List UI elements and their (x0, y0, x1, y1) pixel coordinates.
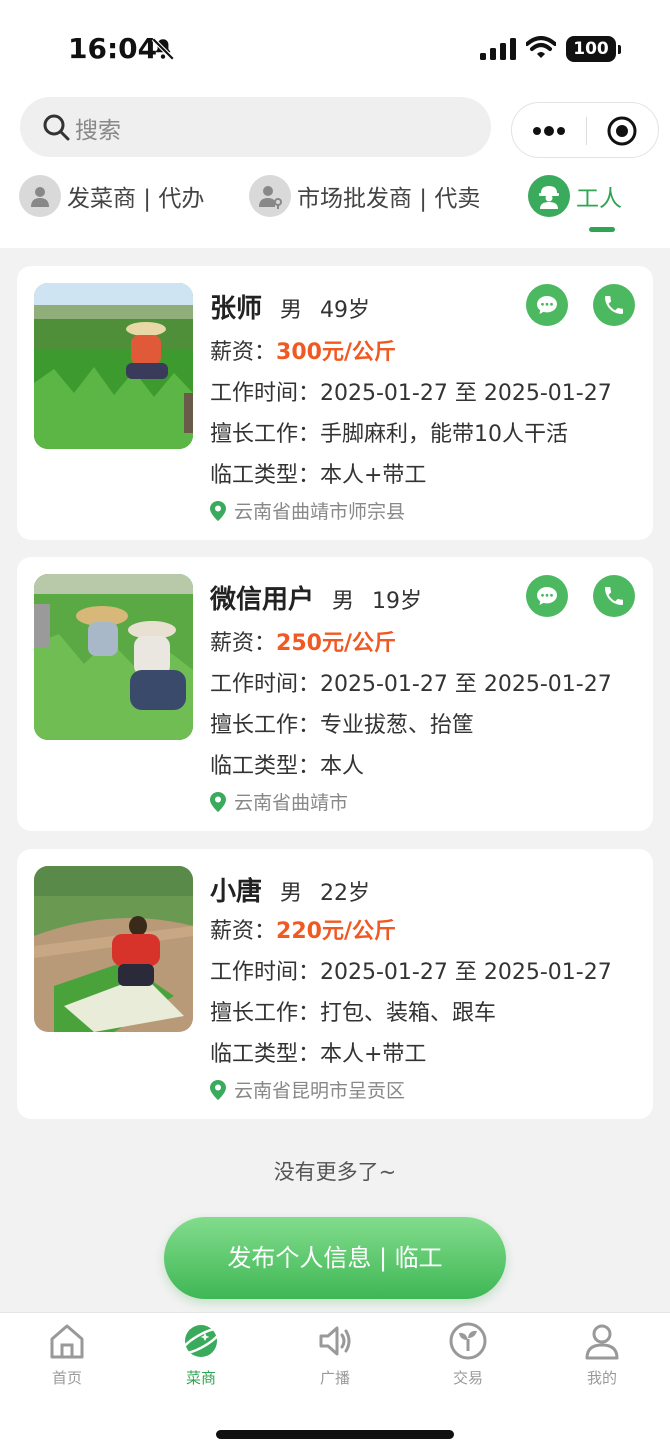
chat-bubble-icon (537, 296, 557, 314)
battery-indicator: 100 (566, 36, 621, 62)
home-icon (50, 1324, 84, 1359)
wage-line: 薪资：300元/公斤 (210, 334, 396, 366)
worker-gender: 男 (280, 881, 303, 906)
phone-icon (605, 296, 623, 314)
worker-name-row: 小唐 男 22岁 (210, 871, 370, 908)
worker-card[interactable]: 微信用户 男 19岁 薪资：250元/公斤 工作时间：2025-01-27 至 … (17, 557, 653, 831)
tab-label: 交易 (452, 1369, 483, 1387)
signal-icon (480, 38, 516, 60)
phone-icon (605, 587, 623, 605)
tab-trade[interactable]: 交易 (423, 1321, 513, 1391)
skill: 擅长工作：手脚麻利，能带10人干活 (210, 422, 568, 447)
planet-icon (181, 1325, 221, 1357)
sprout-icon (449, 1322, 487, 1360)
worker-name: 小唐 (210, 877, 263, 907)
speaker-icon (319, 1326, 351, 1356)
worker-name: 张师 (210, 294, 263, 324)
tab-worker[interactable]: 工人 (528, 174, 622, 218)
tab-vegetable[interactable]: 菜商 (156, 1321, 246, 1391)
skill: 擅长工作：专业拔葱、抬筐 (210, 713, 475, 738)
tab-label: 市场批发商 | 代卖 (297, 186, 481, 212)
location-text: 云南省曲靖市师宗县 (234, 501, 406, 523)
worker-type: 临工类型：本人 (210, 754, 365, 779)
mini-program-capsule (511, 102, 659, 158)
tab-label: 工人 (576, 186, 622, 212)
wage-line: 薪资：250元/公斤 (210, 625, 396, 657)
search-input[interactable]: 搜索 (20, 97, 491, 157)
status-time: 16:04 (68, 32, 158, 65)
worker-photo (34, 866, 193, 1032)
location: 云南省曲靖市 (210, 788, 348, 815)
wage-value: 300元/公斤 (276, 340, 396, 365)
location-text: 云南省昆明市呈贡区 (234, 1080, 406, 1102)
tab-vegetable-dealer[interactable]: 发菜商 | 代办 (19, 174, 204, 218)
location-pin-icon (210, 1079, 226, 1100)
call-button[interactable] (593, 284, 635, 326)
skill: 擅长工作：打包、装箱、跟车 (210, 1001, 497, 1026)
wifi-icon (526, 36, 556, 58)
tab-label: 广播 (319, 1369, 350, 1387)
worker-name-row: 微信用户 男 19岁 (210, 579, 422, 616)
more-icon[interactable] (532, 119, 566, 143)
wage-line: 薪资：220元/公斤 (210, 913, 396, 945)
search-icon (43, 114, 70, 141)
search-placeholder: 搜索 (75, 118, 121, 144)
call-button[interactable] (593, 575, 635, 617)
person-avatar-icon (19, 175, 61, 217)
bell-off-icon (151, 37, 175, 61)
person-key-icon (249, 175, 291, 217)
worker-name-row: 张师 男 49岁 (210, 288, 370, 325)
worker-age: 19岁 (372, 589, 423, 614)
location-text: 云南省曲靖市 (234, 792, 349, 814)
tab-mine[interactable]: 我的 (557, 1321, 647, 1391)
active-tab-indicator (589, 227, 615, 232)
user-icon (585, 1324, 619, 1360)
worker-age: 22岁 (320, 881, 371, 906)
work-time: 工作时间：2025-01-27 至 2025-01-27 (210, 960, 612, 985)
tab-market-wholesaler[interactable]: 市场批发商 | 代卖 (249, 174, 480, 218)
wage-label: 薪资： (210, 919, 277, 944)
wage-label: 薪资： (210, 340, 277, 365)
work-time: 工作时间：2025-01-27 至 2025-01-27 (210, 381, 612, 406)
wage-value: 220元/公斤 (276, 919, 396, 944)
chat-bubble-icon (537, 587, 557, 605)
worker-name: 微信用户 (210, 585, 315, 615)
worker-age: 49岁 (320, 298, 371, 323)
tab-label: 发菜商 | 代办 (67, 186, 205, 212)
publish-info-button[interactable]: 发布个人信息 | 临工 (164, 1217, 506, 1299)
worker-gender: 男 (332, 589, 355, 614)
worker-type: 临工类型：本人+带工 (210, 1042, 427, 1067)
worker-card[interactable]: 张师 男 49岁 薪资：300元/公斤 工作时间：2025-01-27 至 20… (17, 266, 653, 540)
worker-gender: 男 (280, 298, 303, 323)
close-target-icon[interactable] (606, 115, 638, 147)
chat-button[interactable] (526, 575, 568, 617)
tab-home[interactable]: 首页 (22, 1321, 112, 1391)
header: 搜索 发菜商 | 代办 市场批发商 | 代卖 工人 (0, 92, 670, 248)
worker-card[interactable]: 小唐 男 22岁 薪资：220元/公斤 工作时间：2025-01-27 至 20… (17, 849, 653, 1119)
wage-value: 250元/公斤 (276, 631, 396, 656)
tab-label: 首页 (51, 1369, 82, 1387)
wage-label: 薪资： (210, 631, 277, 656)
work-time: 工作时间：2025-01-27 至 2025-01-27 (210, 672, 612, 697)
tab-broadcast[interactable]: 广播 (290, 1321, 380, 1391)
tab-label: 菜商 (185, 1369, 216, 1387)
tab-label: 我的 (586, 1369, 617, 1387)
worker-photo (34, 574, 193, 740)
location: 云南省昆明市呈贡区 (210, 1076, 405, 1103)
capsule-divider (586, 117, 587, 145)
status-bar: 16:04 100 (0, 0, 670, 92)
worker-type: 临工类型：本人+带工 (210, 463, 427, 488)
worker-helmet-icon (528, 175, 570, 217)
location-pin-icon (210, 500, 226, 521)
home-indicator (216, 1430, 454, 1439)
worker-photo (34, 283, 193, 449)
location: 云南省曲靖市师宗县 (210, 497, 405, 524)
chat-button[interactable] (526, 284, 568, 326)
no-more-text: 没有更多了~ (273, 1160, 397, 1184)
location-pin-icon (210, 791, 226, 812)
